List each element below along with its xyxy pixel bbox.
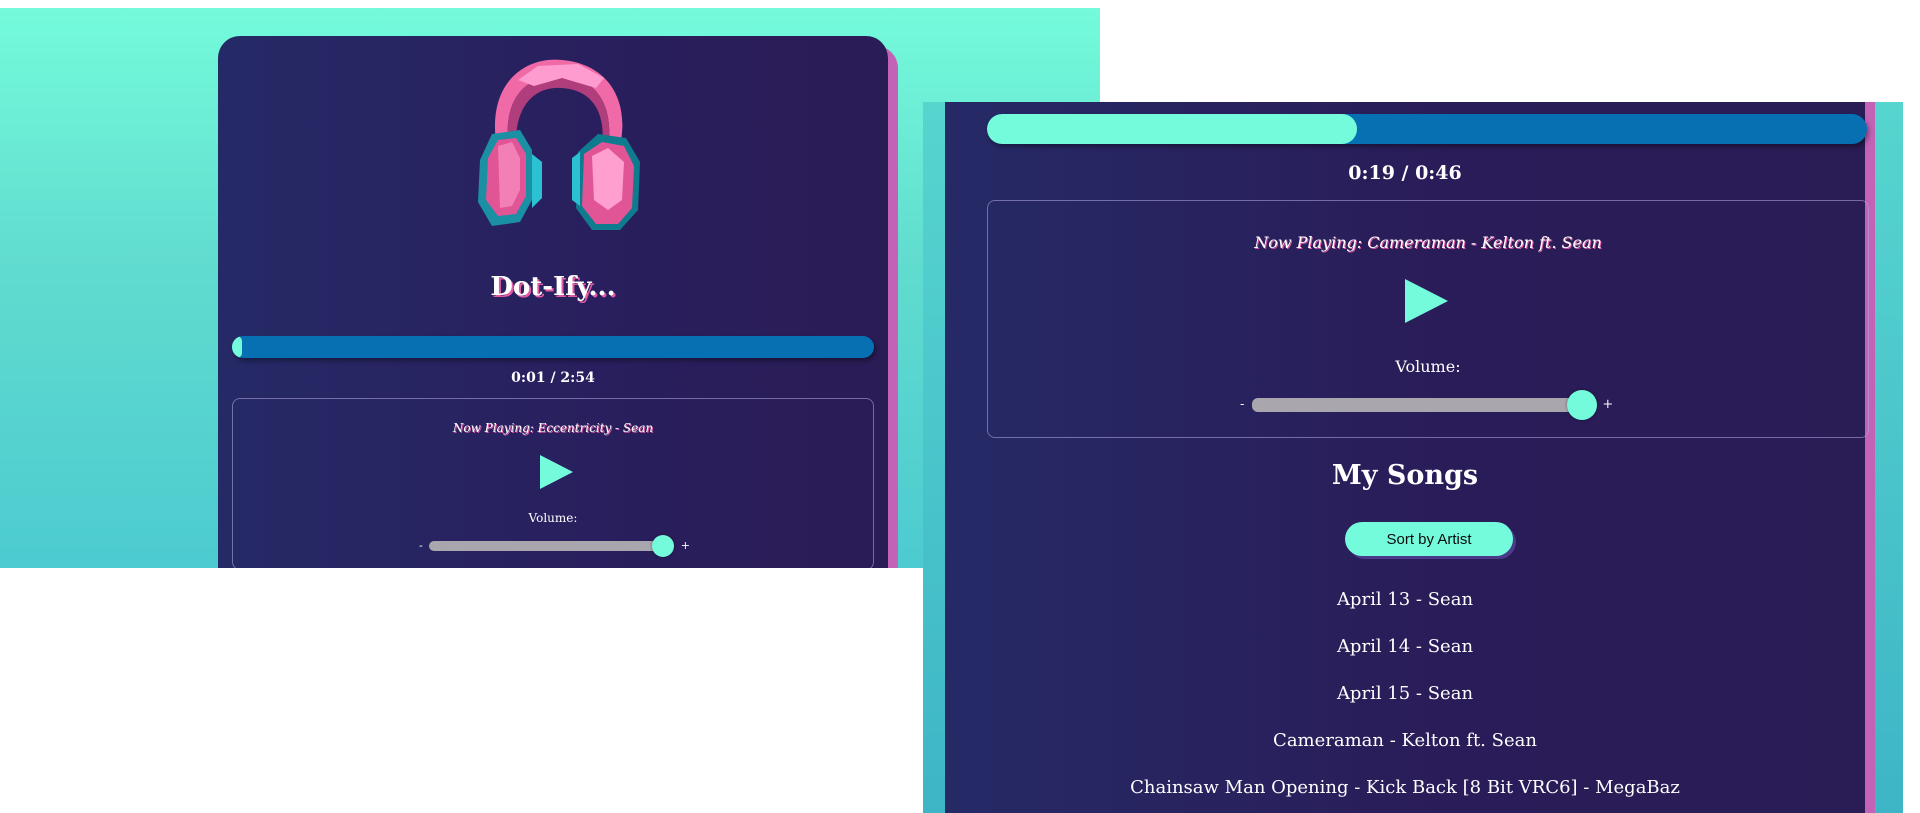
volume-row-right: - + <box>1240 389 1614 420</box>
player-box-left: Now Playing: Eccentricity - Sean Volume:… <box>232 398 874 568</box>
app-title: Dot-Ify... <box>490 272 616 302</box>
volume-slider-left[interactable] <box>428 534 674 557</box>
seek-bar-left[interactable] <box>232 336 874 358</box>
song-item[interactable]: April 15 - Sean <box>945 670 1865 717</box>
seek-bar-fill-right <box>987 114 1357 144</box>
volume-label-right: Volume: <box>1395 357 1461 376</box>
song-item[interactable]: April 13 - Sean <box>945 576 1865 623</box>
volume-thumb-left[interactable] <box>651 534 674 557</box>
right-screenshot: 0:19 / 0:46 Now Playing: Cameraman - Kel… <box>923 102 1903 813</box>
song-item[interactable]: Cameraman - Kelton ft. Sean <box>945 717 1865 764</box>
player-card-left: Dot-Ify... 0:01 / 2:54 Now Playing: Ecce… <box>218 36 888 568</box>
volume-row-left: - + <box>419 534 690 557</box>
volume-plus-left: + <box>680 539 690 552</box>
seek-bar-right[interactable] <box>987 114 1867 144</box>
play-button-left[interactable] <box>537 453 575 491</box>
player-box-right: Now Playing: Cameraman - Kelton ft. Sean… <box>987 200 1869 438</box>
seek-bar-fill-left <box>232 336 242 358</box>
now-playing-left: Now Playing: Eccentricity - Sean <box>452 421 654 435</box>
my-songs-heading: My Songs <box>1331 460 1479 491</box>
sort-by-artist-button[interactable]: Sort by Artist <box>1345 522 1513 556</box>
now-playing-right: Now Playing: Cameraman - Kelton ft. Sean <box>1254 233 1602 252</box>
player-card-right: 0:19 / 0:46 Now Playing: Cameraman - Kel… <box>945 102 1869 813</box>
volume-label-left: Volume: <box>528 511 578 525</box>
volume-minus-right: - <box>1240 397 1245 412</box>
volume-slider-right[interactable] <box>1252 389 1598 420</box>
headphones-logo-icon <box>478 59 640 230</box>
song-item[interactable]: Chainsaw Man Opening - Kick Back [8 Bit … <box>945 764 1865 811</box>
play-button-right[interactable] <box>1402 277 1450 325</box>
volume-minus-left: - <box>419 539 423 552</box>
time-readout-right: 0:19 / 0:46 <box>1348 162 1462 184</box>
song-item[interactable]: April 14 - Sean <box>945 623 1865 670</box>
time-readout-left: 0:01 / 2:54 <box>511 370 595 386</box>
volume-thumb-right[interactable] <box>1567 389 1598 420</box>
volume-plus-right: + <box>1602 397 1614 412</box>
song-list: April 13 - Sean April 14 - Sean April 15… <box>945 576 1865 811</box>
